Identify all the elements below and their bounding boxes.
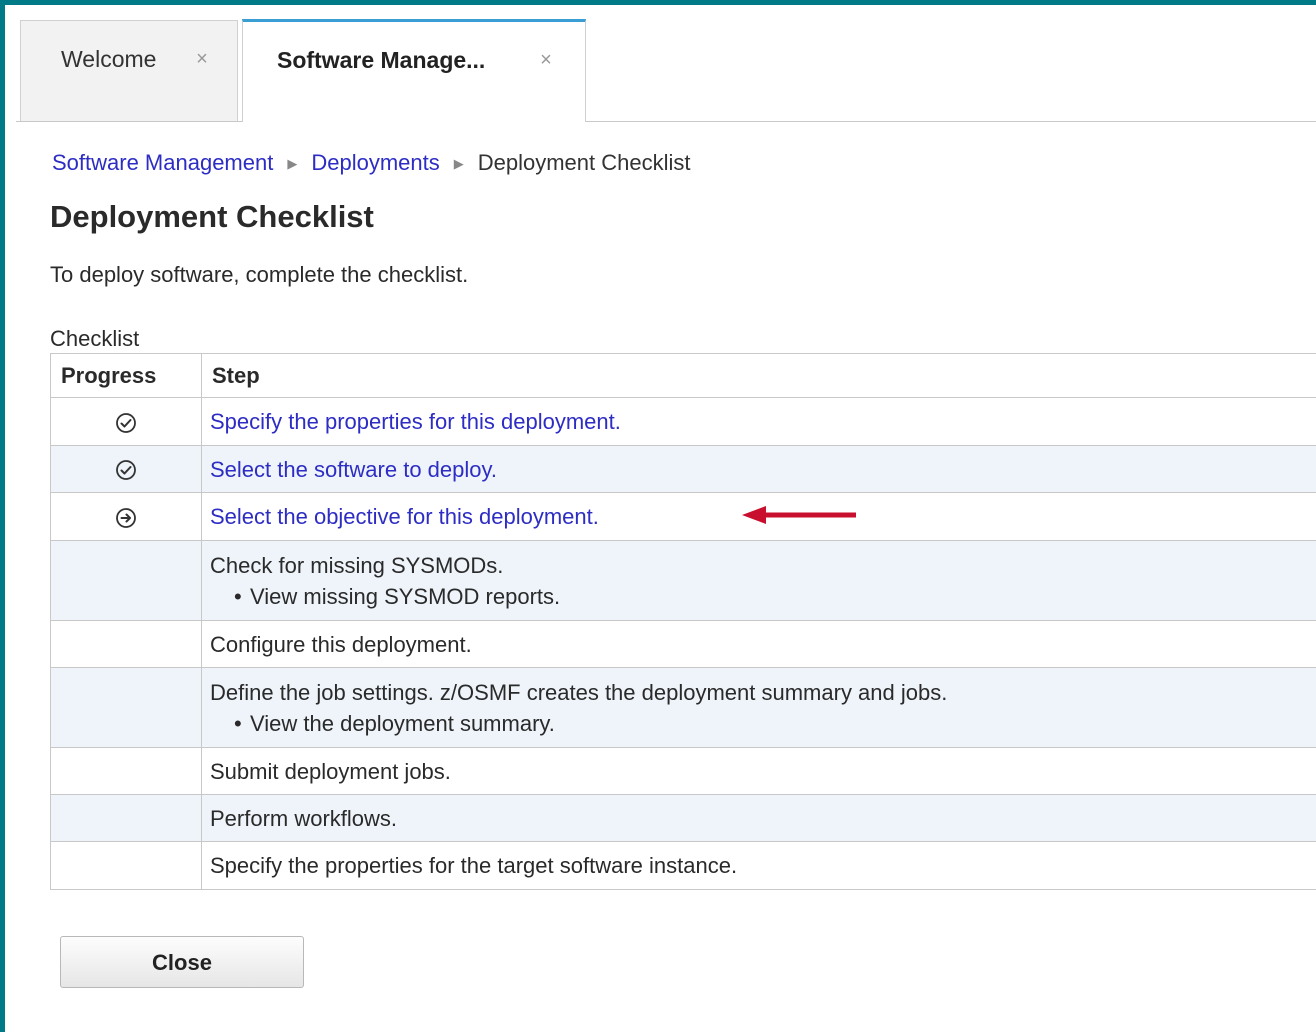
bullet-icon: • bbox=[234, 710, 242, 736]
checklist-row: Specify the properties for the target so… bbox=[50, 841, 1316, 890]
checklist-row: Perform workflows. bbox=[50, 794, 1316, 842]
step-cell: Configure this deployment. bbox=[201, 620, 1316, 668]
checklist-row: Check for missing SYSMODs. • View missing … bbox=[50, 540, 1316, 621]
tab-bar: Welcome × Software Manage... × bbox=[16, 18, 1316, 122]
step-text: Specify the properties for the target so… bbox=[210, 853, 738, 878]
progress-cell bbox=[50, 540, 202, 621]
tab-software-management-label: Software Manage... bbox=[277, 47, 486, 73]
step-cell: Perform workflows. bbox=[201, 794, 1316, 842]
check-circle-icon bbox=[116, 460, 136, 481]
tab-software-management[interactable]: Software Manage... × bbox=[242, 19, 586, 122]
tab-welcome-label: Welcome bbox=[61, 46, 157, 72]
checklist-row: Define the job settings. z/OSMF creates … bbox=[50, 667, 1316, 748]
progress-cell bbox=[50, 492, 202, 541]
breadcrumb-separator-icon: ▶ bbox=[287, 156, 298, 171]
step-cell: Define the job settings. z/OSMF creates … bbox=[201, 667, 1316, 748]
close-button[interactable]: Close bbox=[60, 936, 304, 988]
check-circle-icon bbox=[116, 412, 136, 433]
step-text: Check for missing SYSMODs. bbox=[210, 552, 504, 578]
tab-software-management-close-icon[interactable]: × bbox=[537, 50, 555, 70]
arrow-circle-icon bbox=[116, 507, 136, 528]
breadcrumb-current: Deployment Checklist bbox=[477, 150, 691, 175]
tab-bar-divider bbox=[16, 121, 1316, 122]
step-subitem: View the deployment summary. bbox=[250, 710, 555, 736]
progress-cell bbox=[50, 841, 202, 890]
progress-cell bbox=[50, 667, 202, 748]
checklist-row: Configure this deployment. bbox=[50, 620, 1316, 668]
progress-cell bbox=[50, 747, 202, 795]
checklist-header-row: Progress Step bbox=[50, 353, 1316, 398]
progress-cell bbox=[50, 397, 202, 446]
step-column-header: Step bbox=[201, 353, 1316, 398]
breadcrumb-link-deployments[interactable]: Deployments bbox=[311, 150, 439, 175]
step-link[interactable]: Select the software to deploy. bbox=[210, 457, 497, 482]
bullet-icon: • bbox=[234, 583, 242, 609]
checklist-row: Submit deployment jobs. bbox=[50, 747, 1316, 795]
step-cell: Select the software to deploy. bbox=[201, 445, 1316, 493]
step-cell: Specify the properties for the target so… bbox=[201, 841, 1316, 890]
step-cell: Submit deployment jobs. bbox=[201, 747, 1316, 795]
progress-cell bbox=[50, 445, 202, 493]
page-title: Deployment Checklist bbox=[50, 199, 374, 234]
checklist-caption: Checklist bbox=[50, 326, 140, 351]
tab-welcome[interactable]: Welcome × bbox=[20, 20, 238, 121]
step-cell: Specify the properties for this deployme… bbox=[201, 397, 1316, 446]
step-cell: Check for missing SYSMODs. • View missing … bbox=[201, 540, 1316, 621]
progress-column-header: Progress bbox=[50, 353, 202, 398]
breadcrumb-link-software-management[interactable]: Software Management bbox=[52, 150, 273, 175]
checklist-table: Progress Step Specify the properties for… bbox=[50, 353, 1316, 890]
step-link[interactable]: Specify the properties for this deployme… bbox=[210, 409, 621, 434]
checklist-row: Select the objective for this deployment… bbox=[50, 492, 1316, 541]
step-subitem: View missing SYSMOD reports. bbox=[250, 583, 561, 609]
breadcrumb: Software Management ▶ Deployments ▶ Deployme… bbox=[52, 150, 690, 176]
step-link[interactable]: Select the objective for this deployment… bbox=[210, 504, 599, 529]
step-text: Submit deployment jobs. bbox=[210, 758, 451, 784]
tab-welcome-close-icon[interactable]: × bbox=[193, 49, 211, 69]
breadcrumb-separator-icon: ▶ bbox=[453, 156, 464, 171]
progress-cell bbox=[50, 620, 202, 668]
step-text: Configure this deployment. bbox=[210, 631, 472, 657]
progress-cell bbox=[50, 794, 202, 842]
step-text: Perform workflows. bbox=[210, 805, 398, 831]
step-text: Define the job settings. z/OSMF creates … bbox=[210, 679, 948, 705]
page-intro: To deploy software, complete the checkli… bbox=[50, 262, 469, 287]
checklist-row: Specify the properties for this deployme… bbox=[50, 397, 1316, 446]
checklist-row: Select the software to deploy. bbox=[50, 445, 1316, 493]
annotation-arrow-icon bbox=[742, 506, 856, 524]
